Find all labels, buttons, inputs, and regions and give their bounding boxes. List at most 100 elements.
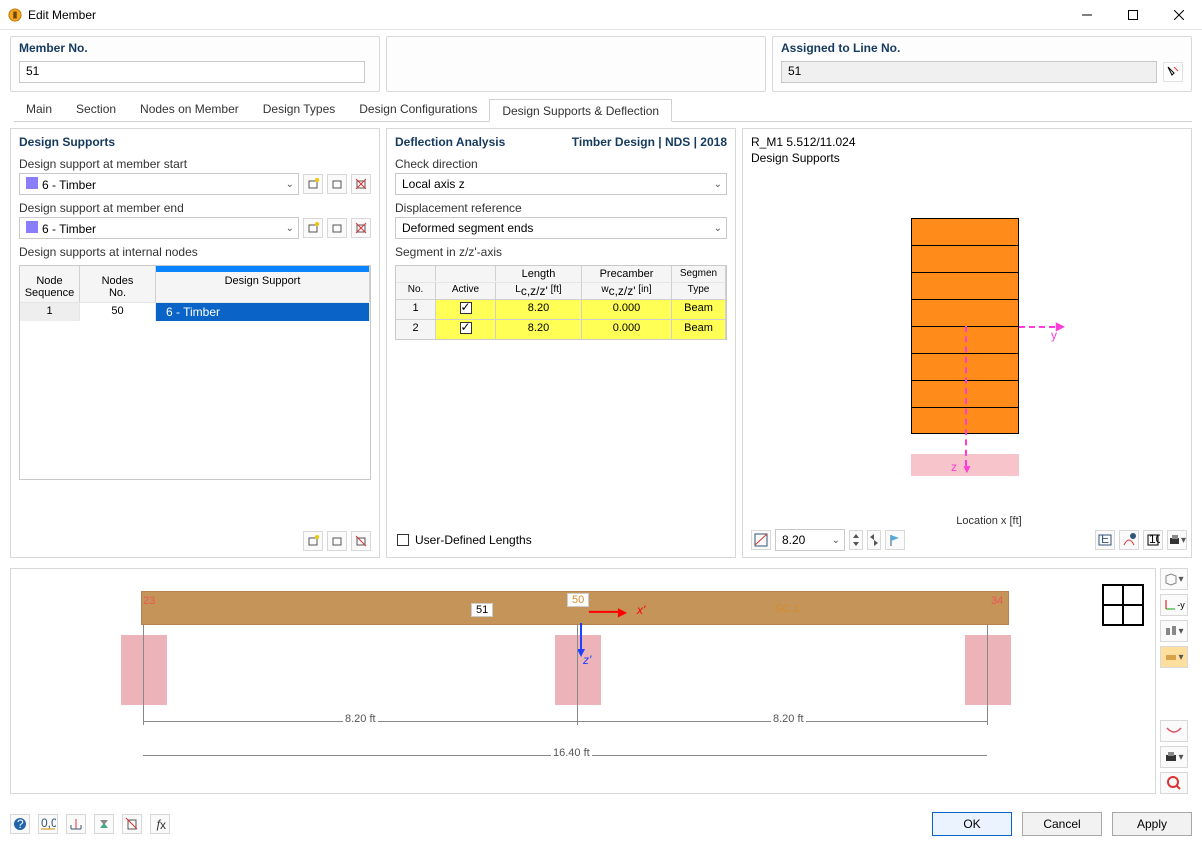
assigned-line-panel: Assigned to Line No. 51 [772,36,1192,92]
function-icon[interactable]: ƒx [150,814,170,834]
tab-nodes[interactable]: Nodes on Member [128,98,251,121]
apply-button[interactable]: Apply [1112,812,1192,836]
deflection-title: Deflection Analysis [395,135,505,149]
lengths-icon[interactable] [66,814,86,834]
check-direction-combo[interactable]: Local axis z⌄ [395,173,727,195]
dimensions-icon[interactable]: 100 [1143,530,1163,550]
flip-icon[interactable] [94,814,114,834]
member-no-input[interactable]: 51 [19,61,365,83]
tab-design-supports[interactable]: Design Supports & Deflection [489,99,672,122]
svg-text:?: ? [17,817,24,831]
member-no-panel: Member No. 51 [10,36,380,92]
maximize-button[interactable] [1110,0,1156,30]
deflection-panel: Deflection Analysis Timber Design | NDS |… [386,128,736,558]
table-row[interactable]: 1 50 6 - Timber [20,302,370,321]
x-axis-arrow: ━━━━▶ [589,605,627,619]
section-preview-panel: R_M1 5.512/11.024 Design Supports y z Lo… [742,128,1192,558]
disp-ref-label: Displacement reference [395,201,727,215]
close-button[interactable] [1156,0,1202,30]
view-reset-icon[interactable] [751,530,771,550]
stress-icon[interactable] [1119,530,1139,550]
footer: ? 0,00 ƒx OK Cancel Apply [10,812,1192,836]
tab-design-types[interactable]: Design Types [251,98,348,121]
cube-view-icon[interactable]: ▾ [1160,568,1188,590]
assigned-line-input[interactable]: 51 [781,61,1157,83]
window-title: Edit Member [28,8,96,22]
highlight-icon[interactable]: ▾ [1160,646,1188,668]
code-label: Timber Design | NDS | 2018 [572,135,727,149]
reset-view-icon[interactable] [1160,772,1188,794]
deflection-icon[interactable] [1160,720,1188,742]
nav-arrows[interactable] [867,530,881,550]
cancel-button[interactable]: Cancel [1022,812,1102,836]
axis-widget[interactable] [1099,581,1147,629]
middle-empty-panel [386,36,766,92]
internal-supports-label: Design supports at internal nodes [19,245,371,259]
grid-delete-icon[interactable] [351,531,371,551]
tab-main[interactable]: Main [14,98,64,121]
preview-toolbar: ▾ -y ▾ ▾ ▾ [1160,568,1192,794]
print-preview-icon[interactable]: ▾ [1160,746,1188,768]
end-support-combo[interactable]: 6 - Timber⌄ [19,217,299,239]
print-icon[interactable]: ▾ [1167,530,1187,550]
new-support-icon[interactable] [303,174,323,194]
member-label: 51 [471,603,493,617]
values-icon[interactable]: E [1095,530,1115,550]
design-supports-panel: Design Supports Design support at member… [10,128,380,558]
cross-section-view: y z [751,186,1187,511]
minimize-button[interactable] [1064,0,1110,30]
tab-design-config[interactable]: Design Configurations [347,98,489,121]
end-support-label: Design support at member end [19,201,371,215]
edit-support-icon[interactable] [327,174,347,194]
node-label: 50 [567,593,589,607]
sc-label: SC 1 [771,603,803,615]
units-icon[interactable]: 0,00 [38,814,58,834]
grid-edit-icon[interactable] [327,531,347,551]
member-no-label: Member No. [19,41,371,55]
svg-text:E: E [1101,533,1109,546]
col-node-seq: NodeSequence [20,272,80,302]
checkbox-icon[interactable] [460,302,472,314]
location-label: Location x [ft] [791,515,1187,527]
svg-text:100: 100 [1149,533,1160,546]
delete-support-icon-2[interactable] [351,218,371,238]
tab-strip: Main Section Nodes on Member Design Type… [14,98,1192,122]
start-support-label: Design support at member start [19,157,371,171]
node-label: 34 [991,595,1003,607]
titlebar: Edit Member [0,0,1202,30]
remove-icon[interactable] [122,814,142,834]
udl-checkbox[interactable] [397,534,409,546]
app-icon [8,8,22,22]
sections-icon[interactable]: ▾ [1160,620,1188,642]
start-support-combo[interactable]: 6 - Timber⌄ [19,173,299,195]
disp-ref-combo[interactable]: Deformed segment ends⌄ [395,217,727,239]
segment-row-1[interactable]: 1 8.20 0.000 Beam [396,299,726,319]
tab-section[interactable]: Section [64,98,128,121]
section-id: R_M1 5.512/11.024 [751,135,1187,151]
udl-label: User-Defined Lengths [415,533,532,547]
assigned-line-label: Assigned to Line No. [781,41,1183,55]
svg-text:x: x [160,818,166,831]
location-input[interactable]: 8.20⌄ [775,529,845,551]
member-preview[interactable]: 23 34 50 51 SC 1 ━━━━▶ x' z' 8.20 ft 8.2… [10,568,1156,794]
segment-label: Segment in z/z'-axis [395,245,727,259]
node-label: 23 [143,595,155,607]
new-support-icon-2[interactable] [303,218,323,238]
help-icon[interactable]: ? [10,814,30,834]
col-nodes-no: NodesNo. [80,272,156,302]
axes-icon[interactable]: -y [1160,594,1188,616]
segment-row-2[interactable]: 2 8.20 0.000 Beam [396,319,726,339]
grid-new-icon[interactable] [303,531,323,551]
flag-icon[interactable] [885,530,905,550]
pick-line-button[interactable] [1163,62,1183,82]
col-design-support: Design Support [156,272,370,302]
segment-table[interactable]: Length Precamber Segmen No. Active Lc,z/… [395,265,727,340]
edit-support-icon-2[interactable] [327,218,347,238]
spinner-up-down[interactable] [849,530,863,550]
internal-supports-table[interactable]: NodeSequence NodesNo. Design Support 1 5… [19,265,371,480]
delete-support-icon[interactable] [351,174,371,194]
checkbox-icon[interactable] [460,322,472,334]
design-supports-title: Design Supports [19,135,371,149]
svg-text:0,00: 0,00 [41,817,56,830]
ok-button[interactable]: OK [932,812,1012,836]
